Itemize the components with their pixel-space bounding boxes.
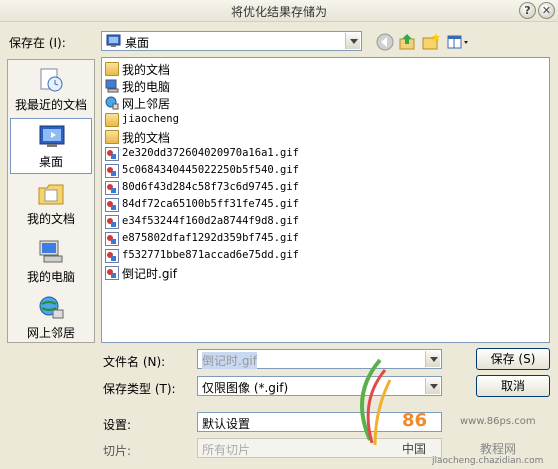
file-name: e875802dfaf1292d359bf745.gif	[122, 232, 300, 244]
network-icon	[105, 96, 119, 110]
folder-icon	[105, 113, 119, 127]
save-in-label: 保存在 (I):	[9, 36, 66, 50]
place-my-computer[interactable]: 我的电脑	[10, 234, 92, 290]
gif-file-icon	[105, 215, 119, 229]
filetype-label: 保存类型 (T):	[103, 382, 176, 396]
filename-input[interactable]: 倒记时.gif	[197, 349, 442, 369]
chevron-down-icon[interactable]	[425, 378, 440, 394]
recent-documents-icon	[37, 66, 65, 94]
slices-value: 所有切片	[202, 443, 251, 457]
watermark-org: 中国	[402, 442, 427, 456]
dialog-title: 将优化结果存储为	[230, 5, 327, 19]
gif-file-icon	[105, 266, 119, 280]
chevron-down-icon[interactable]	[425, 351, 440, 367]
network-places-icon	[37, 294, 65, 322]
help-button[interactable]: ?	[519, 2, 536, 19]
gif-file-icon	[105, 147, 119, 161]
watermark-logo-number: 86	[402, 410, 428, 431]
filename-label: 文件名 (N):	[103, 355, 166, 369]
file-list[interactable]: 我的文档 我的电脑 网上邻居 jiaocheng 我的文档 2e320dd372…	[101, 57, 550, 343]
places-bar: 我最近的文档 桌面 我的文档 我的电脑 网上邻居	[7, 59, 95, 343]
file-name: e34f53244f160d2a8744f9d8.gif	[122, 215, 300, 227]
slices-label: 切片:	[103, 444, 132, 458]
settings-label: 设置:	[103, 418, 132, 432]
file-name: 倒记时.gif	[122, 267, 177, 281]
view-menu-icon[interactable]	[446, 32, 470, 52]
filetype-dropdown[interactable]: 仅限图像 (*.gif)	[197, 376, 442, 396]
filename-value: 倒记时.gif	[202, 352, 257, 369]
save-button[interactable]: 保存 (S)	[476, 348, 550, 370]
place-label: 我的文档	[26, 212, 75, 226]
desktop-icon	[38, 123, 66, 151]
file-name: 我的文档	[122, 63, 171, 77]
watermark-logo	[340, 355, 400, 455]
folder-icon	[105, 130, 119, 144]
watermark-subsite: jiaocheng.chazidian.com	[432, 456, 544, 466]
place-label: 网上邻居	[26, 326, 75, 340]
settings-value: 默认设置	[202, 417, 251, 431]
place-my-documents[interactable]: 我的文档	[10, 176, 92, 232]
file-name: 84df72ca65100b5ff31fe745.gif	[122, 198, 300, 210]
gif-file-icon	[105, 181, 119, 195]
cancel-button[interactable]: 取消	[476, 375, 550, 397]
file-name: f532771bbe871accad6e75dd.gif	[122, 249, 300, 261]
watermark-site: www.86ps.com	[460, 416, 536, 427]
file-name: 网上邻居	[122, 97, 171, 111]
save-in-value: 桌面	[125, 36, 150, 50]
file-name: 80d6f43d284c58f73c6d9745.gif	[122, 181, 300, 193]
filetype-value: 仅限图像 (*.gif)	[202, 381, 289, 395]
gif-file-icon	[105, 232, 119, 246]
my-documents-icon	[37, 180, 65, 208]
documents-folder-icon	[105, 62, 119, 76]
place-label: 桌面	[38, 155, 63, 169]
place-network[interactable]: 网上邻居	[10, 290, 92, 346]
gif-file-icon	[105, 198, 119, 212]
back-icon[interactable]	[375, 32, 395, 52]
save-in-dropdown[interactable]: 桌面	[101, 31, 362, 51]
watermark-suffix: 教程网	[480, 442, 517, 456]
place-label: 我的电脑	[26, 270, 75, 284]
title-bar[interactable]: 将优化结果存储为 ? ✕	[0, 0, 558, 22]
place-desktop[interactable]: 桌面	[10, 118, 92, 174]
place-recent-documents[interactable]: 我最近的文档	[10, 62, 92, 118]
computer-icon	[105, 79, 119, 93]
gif-file-icon	[105, 164, 119, 178]
file-name: jiaocheng	[122, 113, 179, 125]
desktop-icon	[106, 34, 121, 48]
close-button[interactable]: ✕	[538, 2, 555, 19]
chevron-down-icon[interactable]	[345, 33, 360, 49]
file-name: 我的文档	[122, 131, 171, 145]
my-computer-icon	[37, 238, 65, 266]
up-folder-icon[interactable]	[398, 32, 418, 52]
gif-file-icon	[105, 249, 119, 263]
new-folder-icon[interactable]	[421, 32, 441, 52]
file-name: 我的电脑	[122, 80, 171, 94]
file-name: 5c0684340445022250b5f540.gif	[122, 164, 300, 176]
file-name: 2e320dd372604020970a16a1.gif	[122, 147, 300, 159]
place-label: 我最近的文档	[14, 98, 87, 112]
